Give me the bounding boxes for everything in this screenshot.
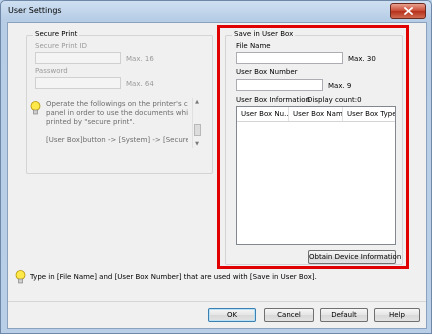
title-bar[interactable]: User Settings <box>1 1 431 21</box>
hint-text: Type in [File Name] and [User Box Number… <box>30 273 317 281</box>
info-scrollbar[interactable]: ▲ ▼ <box>192 98 201 148</box>
user-box-number-input[interactable] <box>236 79 323 91</box>
obtain-device-information-button[interactable]: Obtain Device Information <box>308 250 401 264</box>
user-box-number-max: Max. 9 <box>328 82 352 90</box>
password-label: Password <box>35 67 68 75</box>
user-box-info-label: User Box Information <box>236 96 310 104</box>
password-input[interactable] <box>35 77 121 89</box>
column-user-box-type[interactable]: User Box Type <box>343 107 395 121</box>
user-settings-window: User Settings Secure Print Secure Print … <box>0 0 432 334</box>
secure-print-info: Operate the followings on the printer's … <box>46 100 188 146</box>
file-name-input[interactable] <box>236 52 343 64</box>
close-icon <box>403 7 413 15</box>
scroll-thumb[interactable] <box>194 124 201 136</box>
password-max: Max. 64 <box>126 80 154 88</box>
file-name-label: File Name <box>236 42 271 50</box>
scroll-up-icon[interactable]: ▲ <box>193 98 201 106</box>
lightbulb-icon <box>15 270 26 284</box>
cancel-button[interactable]: Cancel <box>264 308 314 322</box>
window-title: User Settings <box>8 6 62 15</box>
file-name-max: Max. 30 <box>348 55 376 63</box>
info-line: printed by "secure print". <box>46 118 135 126</box>
info-line: panel in order to use the documents whic… <box>46 109 188 117</box>
user-box-list[interactable]: User Box Nu... User Box Name User Box Ty… <box>236 106 396 245</box>
save-in-user-box-group-label: Save in User Box <box>232 30 296 38</box>
info-line <box>46 127 188 136</box>
secure-print-id-label: Secure Print ID <box>35 42 88 50</box>
secure-print-id-max: Max. 16 <box>126 55 154 63</box>
ok-button[interactable]: OK <box>208 308 256 322</box>
lightbulb-icon <box>30 101 41 115</box>
divider <box>8 301 426 302</box>
secure-print-group-label: Secure Print <box>33 30 80 38</box>
info-line: [User Box]button -> [System] -> [Secure <box>46 136 188 144</box>
column-user-box-name[interactable]: User Box Name <box>289 107 343 121</box>
close-button[interactable] <box>390 3 426 19</box>
user-box-number-label: User Box Number <box>236 68 298 76</box>
info-line: Operate the followings on the printer's … <box>46 100 188 108</box>
default-button[interactable]: Default <box>320 308 368 322</box>
secure-print-id-input[interactable] <box>35 52 121 64</box>
list-header: User Box Nu... User Box Name User Box Ty… <box>237 107 395 122</box>
scroll-down-icon[interactable]: ▼ <box>193 140 201 148</box>
dialog-content: Secure Print Secure Print ID Max. 16 Pas… <box>7 22 427 329</box>
help-button[interactable]: Help <box>374 308 420 322</box>
column-user-box-number[interactable]: User Box Nu... <box>237 107 289 121</box>
display-count: Display count:0 <box>307 96 362 104</box>
